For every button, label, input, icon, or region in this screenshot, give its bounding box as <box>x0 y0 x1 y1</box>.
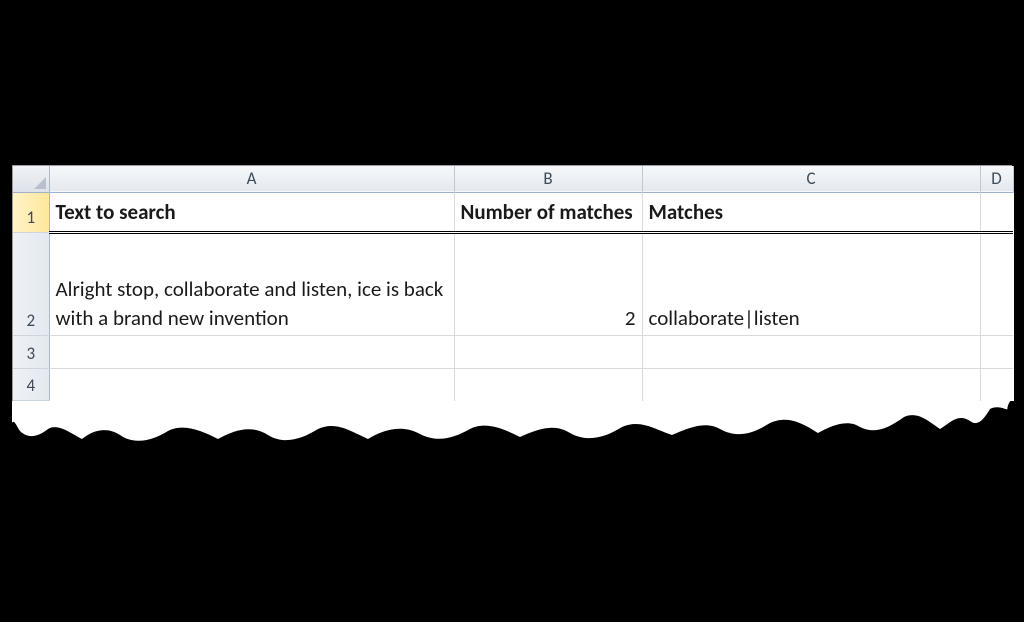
cell-A3[interactable] <box>49 335 454 368</box>
cell-A1[interactable]: Text to search <box>49 192 454 232</box>
cell-D1[interactable] <box>980 192 1013 232</box>
cell-B2[interactable]: 2 <box>454 232 642 335</box>
column-header-B[interactable]: B <box>454 166 642 192</box>
column-header-A[interactable]: A <box>49 166 454 192</box>
cell-A2[interactable]: Alright stop, collaborate and listen, ic… <box>49 232 454 335</box>
column-header-row: A B C D <box>13 166 1013 192</box>
cell-A4[interactable] <box>49 368 454 401</box>
row-3: 3 <box>13 335 1013 368</box>
cell-C2[interactable]: collaborate|listen <box>642 232 980 335</box>
cell-B4[interactable] <box>454 368 642 401</box>
select-all-triangle-icon <box>34 177 46 189</box>
row-header-1[interactable]: 1 <box>13 192 49 232</box>
cell-C1[interactable]: Matches <box>642 192 980 232</box>
cell-C4[interactable] <box>642 368 980 401</box>
row-header-2[interactable]: 2 <box>13 232 49 335</box>
cell-D3[interactable] <box>980 335 1013 368</box>
cell-B3[interactable] <box>454 335 642 368</box>
row-1: 1 Text to search Number of matches Match… <box>13 192 1013 232</box>
row-2: 2 Alright stop, collaborate and listen, … <box>13 232 1013 335</box>
spreadsheet-grid: A B C D 1 Text to search Number of match… <box>12 165 1012 401</box>
row-header-3[interactable]: 3 <box>13 335 49 368</box>
cell-D2[interactable] <box>980 232 1013 335</box>
row-4: 4 <box>13 368 1013 401</box>
torn-edge <box>12 401 1012 481</box>
column-header-C[interactable]: C <box>642 166 980 192</box>
spreadsheet-fragment: A B C D 1 Text to search Number of match… <box>12 165 1012 481</box>
select-all-corner[interactable] <box>13 166 49 192</box>
cell-C3[interactable] <box>642 335 980 368</box>
row-header-4[interactable]: 4 <box>13 368 49 401</box>
cell-B1[interactable]: Number of matches <box>454 192 642 232</box>
cell-D4[interactable] <box>980 368 1013 401</box>
column-header-D[interactable]: D <box>980 166 1013 192</box>
